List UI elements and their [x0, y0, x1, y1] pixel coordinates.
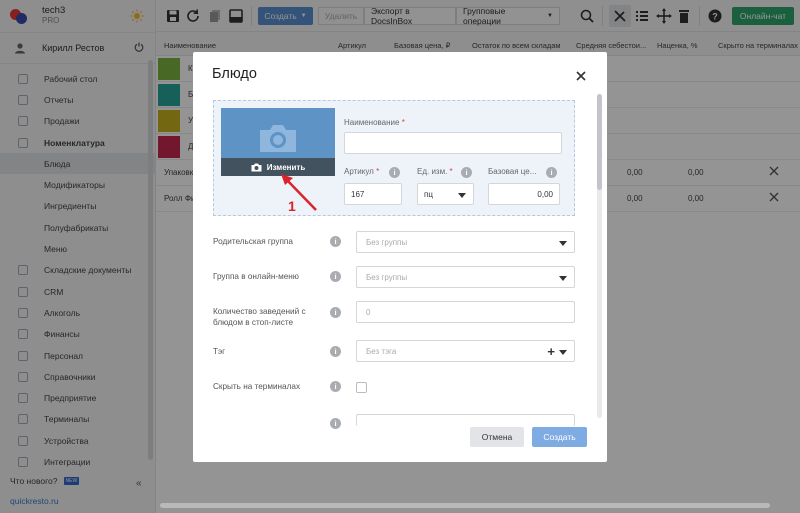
article-label-text: Артикул — [344, 167, 374, 176]
tag-info-icon[interactable]: i — [330, 346, 341, 357]
required-mark: * — [449, 167, 453, 176]
stoplist-info-icon[interactable]: i — [330, 307, 341, 318]
name-label: Наименование * — [344, 118, 405, 127]
dialog-scrollbar[interactable] — [597, 94, 602, 418]
online-menu-info-icon[interactable]: i — [330, 271, 341, 282]
chevron-down-icon — [559, 241, 567, 246]
parent-group-info-icon[interactable]: i — [330, 236, 341, 247]
base-price-label: Базовая це... — [488, 167, 537, 176]
parent-group-select[interactable]: Без группы — [356, 231, 575, 253]
required-mark: * — [401, 118, 405, 127]
unit-info-icon[interactable]: i — [461, 167, 472, 178]
chevron-down-icon — [458, 193, 466, 198]
cancel-button[interactable]: Отмена — [470, 427, 524, 447]
online-menu-value: Без группы — [366, 272, 408, 282]
online-menu-group-label: Группа в онлайн-меню — [213, 272, 299, 281]
hide-terminals-info-icon[interactable]: i — [330, 381, 341, 392]
dish-photo[interactable]: Изменить — [221, 108, 335, 176]
parent-group-value: Без группы — [366, 237, 408, 247]
dish-main-card: Изменить Наименование * Артикул * i 167 … — [213, 100, 575, 216]
stoplist-count-label: Количество заведений с блюдом в стоп-лис… — [213, 307, 306, 327]
tag-value: Без тэга — [366, 346, 397, 356]
chevron-down-icon — [559, 276, 567, 281]
chevron-down-icon — [559, 350, 567, 355]
article-input[interactable]: 167 — [344, 183, 402, 205]
dialog-title: Блюдо — [212, 66, 257, 82]
next-field-info-icon[interactable]: i — [330, 418, 341, 429]
article-info-icon[interactable]: i — [389, 167, 400, 178]
online-menu-group-select[interactable]: Без группы — [356, 266, 575, 288]
camera-placeholder-icon — [260, 125, 296, 152]
annotation-arrow-icon — [281, 174, 317, 211]
tag-select[interactable]: Без тэга + — [356, 340, 575, 362]
unit-value: пц — [424, 189, 433, 199]
unit-select[interactable]: пц — [417, 183, 474, 205]
add-tag-icon[interactable]: + — [547, 344, 555, 359]
unit-label: Ед. изм. * — [417, 167, 453, 176]
dish-dialog: Блюдо Изменить Наименование * Артикул * … — [193, 52, 607, 462]
tag-label: Тэг — [213, 347, 226, 356]
annotation-number: 1 — [288, 198, 296, 214]
parent-group-label: Родительская группа — [213, 237, 293, 246]
camera-icon — [251, 163, 262, 171]
base-price-input[interactable]: 0,00 — [488, 183, 560, 205]
base-price-info-icon[interactable]: i — [546, 167, 557, 178]
stoplist-count-input[interactable]: 0 — [356, 301, 575, 323]
table-horizontal-scrollbar[interactable] — [160, 503, 770, 508]
close-icon[interactable] — [575, 70, 587, 82]
name-label-text: Наименование — [344, 118, 400, 127]
article-label: Артикул * — [344, 167, 379, 176]
next-field-partial[interactable] — [356, 414, 575, 426]
name-input[interactable] — [344, 132, 562, 154]
required-mark: * — [376, 167, 380, 176]
hide-on-terminals-checkbox[interactable] — [356, 382, 367, 393]
unit-label-text: Ед. изм. — [417, 167, 448, 176]
hide-on-terminals-label: Скрыть на терминалах — [213, 382, 301, 391]
create-submit-button[interactable]: Создать — [532, 427, 587, 447]
